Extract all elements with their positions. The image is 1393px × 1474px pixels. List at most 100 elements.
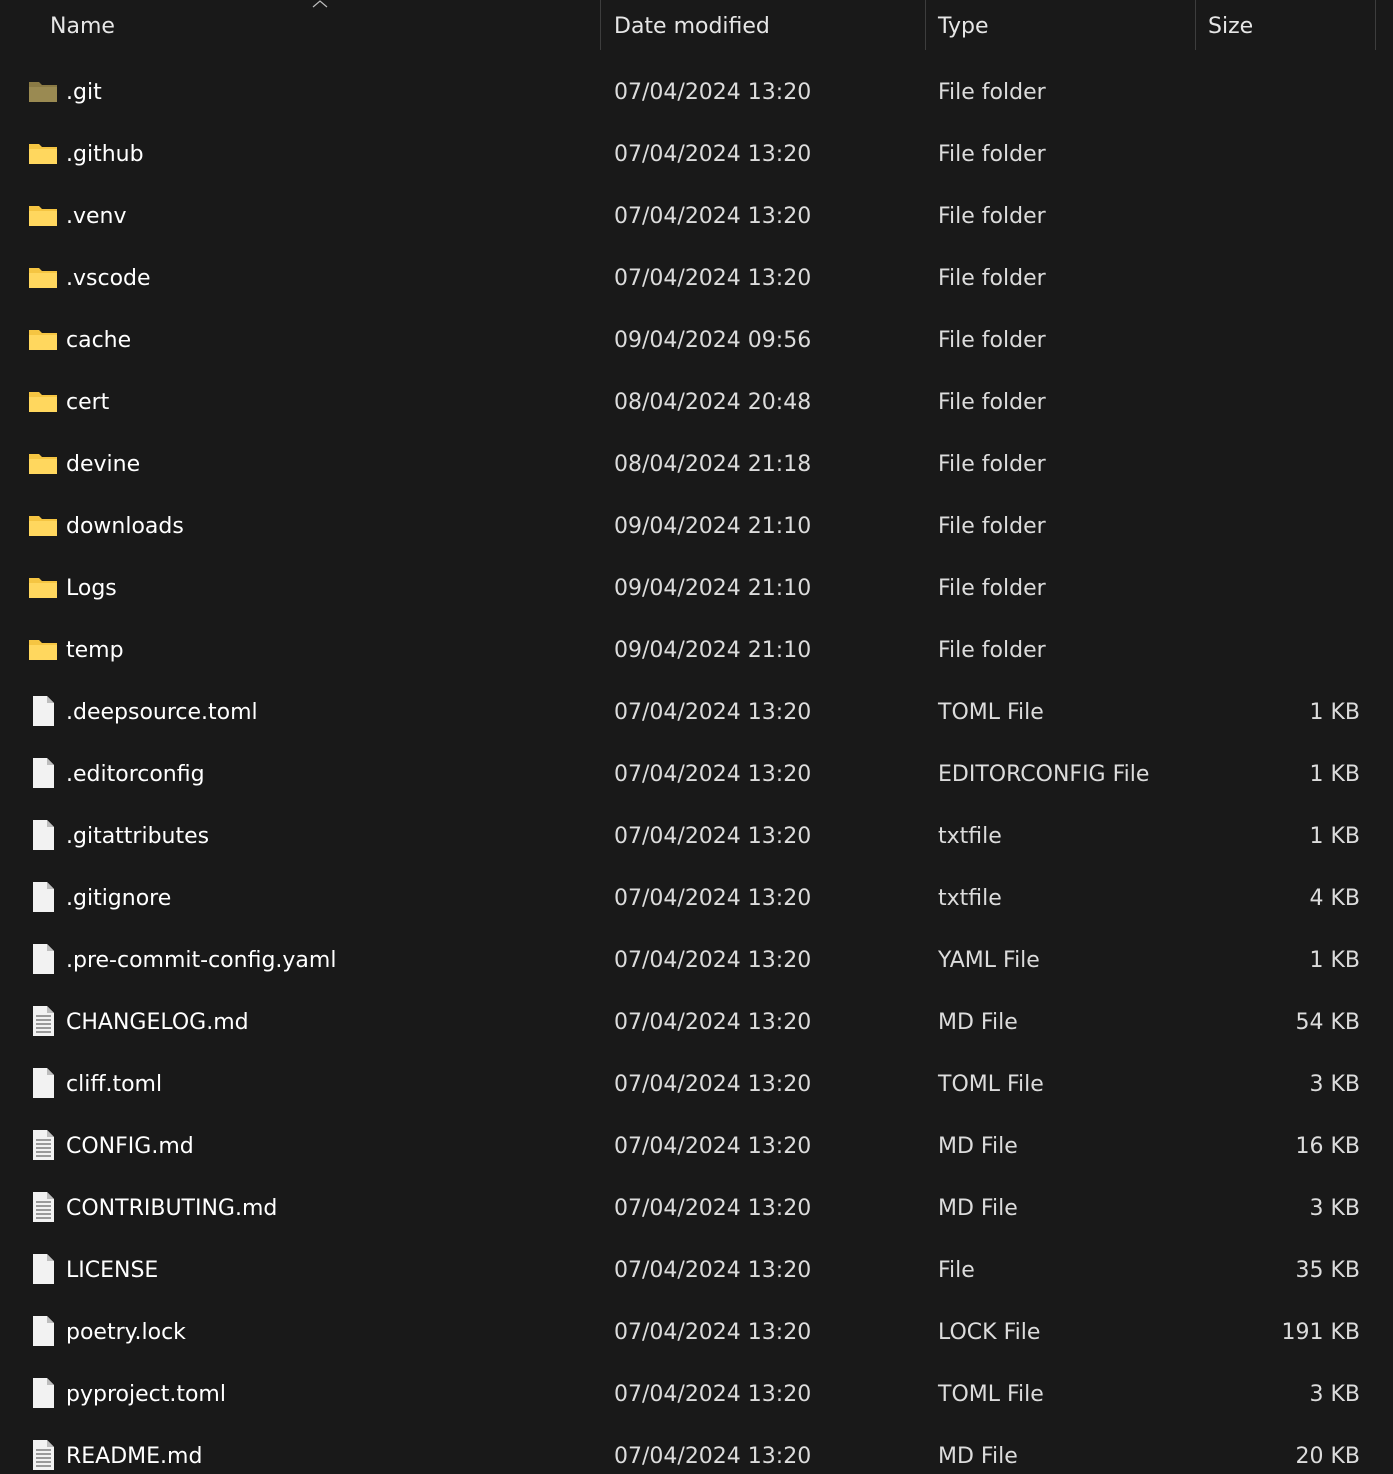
item-date-modified: 07/04/2024 13:20 [614,1258,812,1283]
item-date-modified: 09/04/2024 21:10 [614,576,812,601]
item-date-modified: 07/04/2024 13:20 [614,1072,812,1097]
item-date-modified: 07/04/2024 13:20 [614,1134,812,1159]
list-item[interactable]: cert 08/04/2024 20:48 File folder [0,372,1393,434]
list-item[interactable]: Logs 09/04/2024 21:10 File folder [0,558,1393,620]
item-type: TOML File [938,1072,1044,1097]
list-item[interactable]: README.md 07/04/2024 13:20 MD File 20 KB [0,1426,1393,1474]
item-name: CONTRIBUTING.md [66,1196,278,1221]
file-icon [28,819,58,851]
item-size: 1 KB [1309,948,1360,973]
item-size [1160,310,1360,372]
item-name: downloads [66,514,184,539]
folder-icon [28,447,58,479]
item-name: devine [66,452,141,477]
item-name: cert [66,390,110,415]
text-file-icon [28,1439,58,1471]
item-size: 1 KB [1309,762,1360,787]
item-date-modified: 08/04/2024 20:48 [614,390,812,415]
item-size: 3 KB [1309,1196,1360,1221]
list-item[interactable]: cliff.toml 07/04/2024 13:20 TOML File 3 KB [0,1054,1393,1116]
item-name: cache [66,328,132,353]
item-name: temp [66,638,124,663]
list-item[interactable]: .gitattributes 07/04/2024 13:20 txtfile 1 K… [0,806,1393,868]
item-size: 35 KB [1295,1258,1360,1283]
column-divider[interactable] [1195,0,1196,50]
item-size: 1 KB [1309,700,1360,725]
item-type: MD File [938,1010,1018,1035]
list-item[interactable]: CHANGELOG.md 07/04/2024 13:20 MD File 54 KB [0,992,1393,1054]
list-item[interactable]: CONTRIBUTING.md 07/04/2024 13:20 MD File 3 … [0,1178,1393,1240]
item-name: poetry.lock [66,1320,186,1345]
list-item[interactable]: .github 07/04/2024 13:20 File folder [0,124,1393,186]
list-item[interactable]: cache 09/04/2024 09:56 File folder [0,310,1393,372]
folder-icon [28,199,58,231]
item-name: .github [66,142,144,167]
item-size [1160,186,1360,248]
file-icon [28,757,58,789]
list-item[interactable]: .vscode 07/04/2024 13:20 File folder [0,248,1393,310]
list-item[interactable]: .pre-commit-config.yaml 07/04/2024 13:20 Y… [0,930,1393,992]
item-date-modified: 07/04/2024 13:20 [614,1010,812,1035]
column-header-name[interactable]: Name [50,0,590,52]
list-item[interactable]: .git 07/04/2024 13:20 File folder [0,62,1393,124]
item-size [1160,248,1360,310]
item-name: CHANGELOG.md [66,1010,249,1035]
file-icon [28,1253,58,1285]
item-type: File folder [938,452,1046,477]
item-name: .vscode [66,266,151,291]
item-date-modified: 07/04/2024 13:20 [614,1196,812,1221]
file-icon [28,881,58,913]
column-header-bar: Name Date modified Type Size [0,0,1393,52]
list-item[interactable]: devine 08/04/2024 21:18 File folder [0,434,1393,496]
item-type: File [938,1258,975,1283]
item-size: 3 KB [1309,1382,1360,1407]
item-size [1160,434,1360,496]
item-type: TOML File [938,700,1044,725]
list-item[interactable]: .venv 07/04/2024 13:20 File folder [0,186,1393,248]
list-item[interactable]: CONFIG.md 07/04/2024 13:20 MD File 16 KB [0,1116,1393,1178]
item-name: Logs [66,576,117,601]
item-type: File folder [938,80,1046,105]
item-date-modified: 09/04/2024 21:10 [614,514,812,539]
item-date-modified: 07/04/2024 13:20 [614,700,812,725]
item-date-modified: 07/04/2024 13:20 [614,886,812,911]
item-date-modified: 07/04/2024 13:20 [614,204,812,229]
item-size [1160,372,1360,434]
item-size: 54 KB [1295,1010,1360,1035]
list-item[interactable]: .deepsource.toml 07/04/2024 13:20 TOML Fil… [0,682,1393,744]
column-divider[interactable] [1375,0,1376,50]
list-item[interactable]: .gitignore 07/04/2024 13:20 txtfile 4 KB [0,868,1393,930]
item-type: txtfile [938,886,1002,911]
list-item[interactable]: poetry.lock 07/04/2024 13:20 LOCK File 191 … [0,1302,1393,1364]
item-size: 20 KB [1295,1444,1360,1469]
item-type: TOML File [938,1382,1044,1407]
item-type: LOCK File [938,1320,1041,1345]
list-item[interactable]: temp 09/04/2024 21:10 File folder [0,620,1393,682]
column-header-date-modified[interactable]: Date modified [614,0,914,52]
column-divider[interactable] [600,0,601,50]
column-header-type[interactable]: Type [938,0,1188,52]
column-divider[interactable] [925,0,926,50]
folder-icon [28,137,58,169]
item-type: MD File [938,1444,1018,1469]
item-size: 16 KB [1295,1134,1360,1159]
item-name: .deepsource.toml [66,700,258,725]
item-type: File folder [938,514,1046,539]
item-type: YAML File [938,948,1040,973]
list-item[interactable]: pyproject.toml 07/04/2024 13:20 TOML File 3… [0,1364,1393,1426]
item-name: .gitattributes [66,824,210,849]
item-type: txtfile [938,824,1002,849]
list-item[interactable]: LICENSE 07/04/2024 13:20 File 35 KB [0,1240,1393,1302]
item-size [1160,62,1360,124]
folder-icon [28,323,58,355]
item-name: .pre-commit-config.yaml [66,948,337,973]
list-item[interactable]: .editorconfig 07/04/2024 13:20 EDITORCONFI… [0,744,1393,806]
item-date-modified: 07/04/2024 13:20 [614,824,812,849]
item-size: 191 KB [1281,1320,1360,1345]
item-date-modified: 09/04/2024 09:56 [614,328,812,353]
item-type: MD File [938,1196,1018,1221]
item-size [1160,620,1360,682]
item-date-modified: 07/04/2024 13:20 [614,948,812,973]
list-item[interactable]: downloads 09/04/2024 21:10 File folder [0,496,1393,558]
column-header-size[interactable]: Size [1208,0,1368,52]
